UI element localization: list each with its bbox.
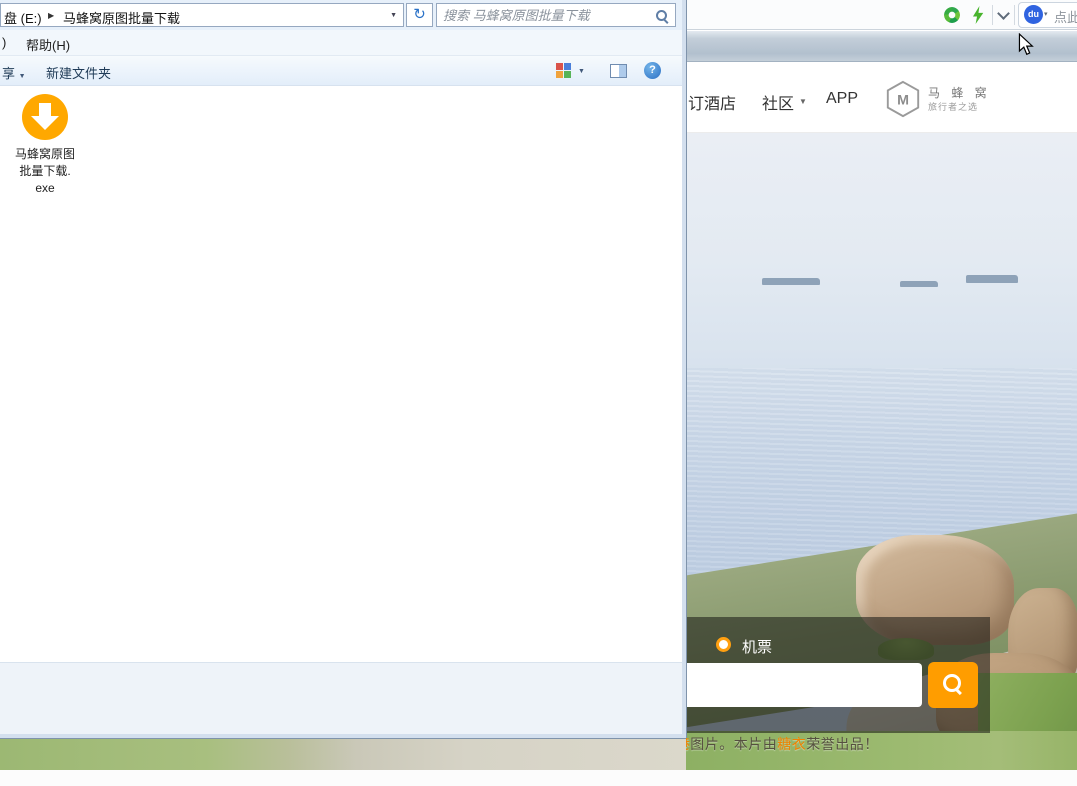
photo-bottom-strip — [0, 738, 686, 771]
nav-community[interactable]: 社区 — [762, 90, 794, 114]
search-icon[interactable] — [655, 9, 668, 22]
explorer-window: 盘 (E:) ▶ 马蜂窝原图批量下载 ▼ ↻ ) 帮助(H) 享 ▼ 新建文件夹 — [0, 0, 686, 738]
explorer-address-row: 盘 (E:) ▶ 马蜂窝原图批量下载 ▼ ↻ — [0, 0, 682, 30]
views-caret-icon[interactable]: ▼ — [578, 68, 585, 75]
flight-radio[interactable] — [716, 637, 731, 652]
file-name-line1: 马蜂窝原图 — [8, 146, 82, 163]
breadcrumb-folder[interactable]: 马蜂窝原图批量下载 — [63, 8, 180, 27]
nav-book-hotel[interactable]: 订酒店 — [688, 90, 736, 114]
ship — [762, 278, 820, 285]
explorer-search-input[interactable] — [443, 5, 648, 25]
mafengwo-logo[interactable]: M 马 蜂 窝 旅行者之选 — [884, 80, 1004, 120]
share-label: 享 — [2, 66, 15, 81]
screenshot-shutter-icon[interactable] — [944, 7, 960, 23]
help-icon[interactable]: ? — [644, 62, 661, 79]
caption-link[interactable]: 糖衣 — [777, 736, 806, 752]
file-name-line3: exe — [8, 180, 82, 197]
address-bar[interactable]: 盘 (E:) ▶ 马蜂窝原图批量下载 ▼ — [0, 3, 404, 27]
details-pane — [0, 662, 682, 734]
preview-pane-icon[interactable] — [610, 64, 627, 78]
breadcrumb-arrow-icon[interactable]: ▶ — [48, 11, 54, 20]
logo-slogan: 旅行者之选 — [928, 100, 978, 113]
change-view-icon[interactable] — [556, 63, 571, 78]
speed-bolt-icon[interactable] — [972, 6, 984, 24]
view-tile — [556, 71, 563, 78]
file-list-area[interactable]: 马蜂窝原图 批量下载. exe — [0, 86, 682, 662]
download-file-icon — [22, 94, 68, 140]
nav-app[interactable]: APP — [826, 90, 858, 108]
caption-text: 荣誉出品！ — [806, 736, 879, 752]
mouse-cursor — [1018, 33, 1034, 57]
explorer-search-box — [436, 3, 676, 27]
flight-search-button[interactable] — [928, 662, 978, 708]
view-tile — [564, 63, 571, 70]
flight-radio-label[interactable]: 机票 — [742, 636, 772, 657]
toolbar-separator — [992, 5, 993, 25]
baidu-paw-icon[interactable]: du — [1024, 5, 1043, 24]
view-tile — [556, 63, 563, 70]
baidu-caret-icon[interactable]: ▾ — [1044, 10, 1048, 18]
logo-monogram: M — [897, 93, 909, 109]
breadcrumb-drive[interactable]: 盘 (E:) — [4, 8, 42, 27]
command-new-folder[interactable]: 新建文件夹 — [46, 63, 111, 82]
promo-link[interactable]: 点此 — [1054, 7, 1077, 26]
menu-fragment[interactable]: ) — [2, 35, 6, 50]
explorer-menu-bar: ) 帮助(H) — [0, 30, 682, 56]
chevron-down-icon[interactable] — [997, 7, 1010, 20]
ship — [966, 275, 1018, 283]
caption-text: 图片。本片由 — [690, 736, 777, 752]
file-item-exe[interactable]: 马蜂窝原图 批量下载. exe — [8, 94, 82, 197]
screen: du ▾ 点此 订酒店 社区 ▼ APP M 马 蜂 窝 旅行者之选 — [0, 0, 1077, 786]
command-share-fragment[interactable]: 享 ▼ — [2, 63, 26, 82]
logo-brand-text: 马 蜂 窝 — [928, 84, 991, 101]
hexagon-logo-icon: M — [884, 80, 922, 118]
explorer-command-bar: 享 ▼ 新建文件夹 ▼ ? — [0, 56, 682, 86]
toolbar-separator — [1014, 5, 1015, 25]
community-caret-icon[interactable]: ▼ — [799, 97, 807, 106]
search-icon — [942, 673, 964, 695]
ship — [900, 281, 938, 287]
view-tile — [564, 71, 571, 78]
address-dropdown-icon[interactable]: ▼ — [390, 12, 397, 19]
file-name-line2: 批量下载. — [8, 163, 82, 180]
menu-help[interactable]: 帮助(H) — [26, 35, 70, 54]
page-background — [0, 770, 1077, 786]
share-caret-icon: ▼ — [19, 73, 26, 80]
refresh-button[interactable]: ↻ — [406, 3, 433, 27]
